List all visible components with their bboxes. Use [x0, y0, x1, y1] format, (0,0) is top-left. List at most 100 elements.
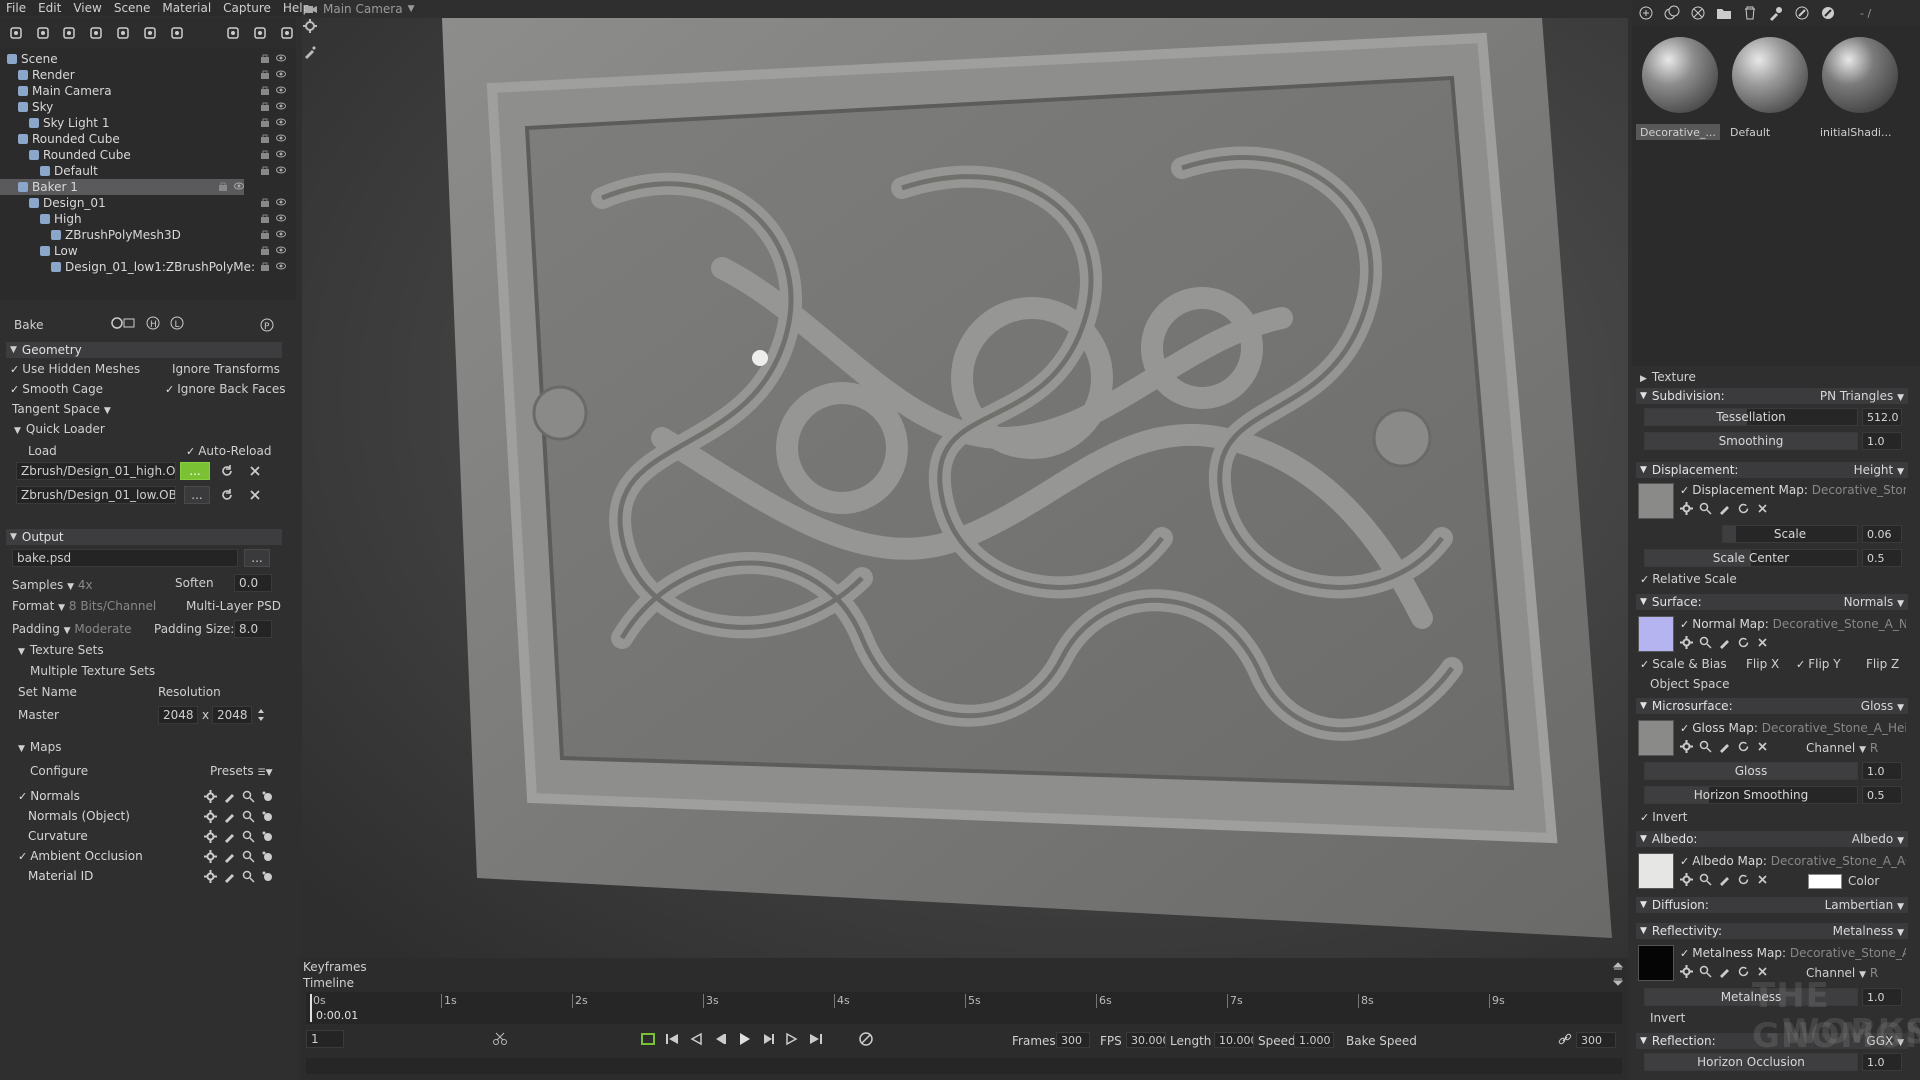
soften-field[interactable]: 0.0 [234, 574, 272, 592]
texture-section[interactable]: ▶ Texture [1640, 370, 1696, 384]
keyframes-collapse-icon[interactable] [1612, 960, 1624, 972]
surface-header[interactable]: ▼ Surface: Normals ▼ [1636, 594, 1908, 610]
scissors-icon[interactable] [492, 1032, 508, 1046]
viewport-brush-icon[interactable] [302, 44, 318, 60]
close-icon[interactable] [1756, 502, 1769, 515]
eye-icon[interactable] [276, 245, 286, 255]
samples-dropdown[interactable]: Samples ▼ 4x [12, 578, 93, 592]
bake-map-curvature[interactable]: Curvature [18, 828, 274, 844]
gear-icon[interactable] [1680, 873, 1693, 886]
gear-icon[interactable] [204, 789, 217, 803]
high-mesh-path-field[interactable]: Zbrush/Design_01_high.OBJ [16, 462, 176, 480]
add-object-icon[interactable] [7, 24, 25, 42]
duplicate-icon[interactable] [251, 24, 269, 42]
edit-icon[interactable] [1718, 636, 1731, 649]
tree-item-low[interactable]: Low [0, 243, 286, 259]
reflectivity-header[interactable]: ▼ Reflectivity: Metalness ▼ [1636, 923, 1908, 939]
eye-icon[interactable] [276, 101, 286, 111]
tessellation-value[interactable]: 512.0 [1862, 408, 1902, 426]
menu-edit[interactable]: Edit [32, 1, 67, 15]
scale-value[interactable]: 0.06 [1862, 525, 1902, 543]
preview-icon[interactable] [261, 870, 274, 883]
circle-icon[interactable] [168, 24, 186, 42]
search-icon[interactable] [242, 870, 255, 883]
edit-icon[interactable] [223, 790, 236, 803]
search-icon[interactable] [1699, 636, 1712, 649]
tree-item-rounded-cube[interactable]: Rounded Cube [0, 147, 286, 163]
close-icon[interactable] [1756, 740, 1769, 753]
skip-to-start-icon[interactable] [664, 1031, 680, 1047]
search-icon[interactable] [1699, 873, 1712, 886]
eye-icon[interactable] [276, 229, 286, 239]
resolution-stepper-icon[interactable] [256, 706, 266, 724]
lock-icon[interactable] [260, 101, 270, 111]
fps-field[interactable]: 30.000 [1126, 1032, 1166, 1048]
ignore-back-faces-checkbox[interactable]: ✓ Ignore Back Faces [165, 382, 286, 396]
menu-material[interactable]: Material [156, 1, 217, 15]
use-hidden-meshes-checkbox[interactable]: ✓ Use Hidden Meshes [10, 362, 140, 376]
flip-z-checkbox[interactable]: Flip Z [1866, 657, 1899, 671]
displacement-mode-dropdown[interactable]: Height ▼ [1854, 463, 1904, 477]
metalness-map-thumbnail[interactable] [1638, 945, 1674, 981]
gear-icon[interactable] [204, 869, 217, 883]
tree-item-sky[interactable]: Sky [0, 99, 286, 115]
auto-reload-checkbox[interactable]: ✓ Auto-Reload [186, 444, 271, 458]
map-checkbox[interactable]: ✓ [18, 850, 27, 863]
search-icon[interactable] [1699, 965, 1712, 978]
albedo-color-swatch[interactable] [1808, 874, 1842, 889]
mesh-icon[interactable] [114, 24, 132, 42]
eye-icon[interactable] [276, 197, 286, 207]
play-icon[interactable] [736, 1031, 752, 1047]
search-icon[interactable] [242, 790, 255, 803]
bake-map-material-id[interactable]: Material ID [18, 868, 274, 884]
preview-icon[interactable] [261, 790, 274, 803]
next-key-icon[interactable] [784, 1031, 800, 1047]
tree-item-default[interactable]: Default [0, 163, 286, 179]
delete-material-icon[interactable] [1742, 5, 1758, 21]
folder-icon[interactable] [225, 24, 243, 42]
albedo-header[interactable]: ▼ Albedo: Albedo ▼ [1636, 831, 1908, 847]
output-browse-button[interactable]: ... [244, 549, 270, 567]
eye-icon[interactable] [276, 213, 286, 223]
texture-sets-header[interactable]: ▼ Texture Sets [18, 643, 104, 657]
close-icon[interactable] [1756, 636, 1769, 649]
lock-icon[interactable] [260, 197, 270, 207]
gear-icon[interactable] [1680, 965, 1693, 978]
gloss-invert-checkbox[interactable]: ✓ Invert [1640, 810, 1688, 824]
edit-icon[interactable] [1718, 502, 1731, 515]
gear-icon[interactable] [1680, 502, 1693, 515]
horizon-smoothing-value[interactable]: 0.5 [1862, 786, 1902, 804]
tree-item-rounded-cube[interactable]: Rounded Cube [0, 131, 286, 147]
subdivision-header[interactable]: ▼ Subdivision: PN Triangles ▼ [1636, 388, 1908, 404]
delete-icon[interactable] [278, 24, 296, 42]
geometry-section-header[interactable]: ▼ Geometry [6, 342, 282, 358]
prev-key-icon[interactable] [688, 1031, 704, 1047]
lock-icon[interactable] [260, 165, 270, 175]
subdivision-mode-dropdown[interactable]: PN Triangles ▼ [1820, 389, 1904, 403]
lock-icon[interactable] [260, 229, 270, 239]
object-space-checkbox[interactable]: Object Space [1650, 677, 1729, 691]
format-dropdown[interactable]: Format ▼ 8 Bits/Channel [12, 599, 156, 613]
diffusion-header[interactable]: ▼ Diffusion: Lambertian ▼ [1636, 897, 1908, 913]
bake-icon[interactable] [110, 316, 136, 330]
light-gizmo[interactable] [752, 350, 768, 366]
gloss-map-thumbnail[interactable] [1638, 720, 1674, 756]
bake-material-icon[interactable] [1820, 5, 1836, 21]
material-swatch[interactable]: initialShadi... [1816, 34, 1900, 160]
material-swatch[interactable]: Decorative_... [1636, 34, 1720, 160]
close-icon[interactable] [1756, 873, 1769, 886]
gear-icon[interactable] [204, 829, 217, 843]
gear-icon[interactable] [204, 849, 217, 863]
help-icon[interactable]: P [260, 318, 274, 332]
eye-icon[interactable] [276, 261, 286, 271]
surface-mode-dropdown[interactable]: Normals ▼ [1844, 595, 1904, 609]
current-frame-field[interactable]: 1 [306, 1030, 344, 1048]
lock-icon[interactable] [260, 53, 270, 63]
tree-item-main-camera[interactable]: Main Camera [0, 83, 286, 99]
lock-icon[interactable] [218, 181, 228, 191]
gear-icon[interactable] [1680, 636, 1693, 649]
high-clear-icon[interactable] [248, 464, 262, 478]
gloss-slider[interactable]: Gloss [1644, 762, 1858, 780]
map-checkbox[interactable] [18, 810, 25, 823]
eye-icon[interactable] [276, 53, 286, 63]
